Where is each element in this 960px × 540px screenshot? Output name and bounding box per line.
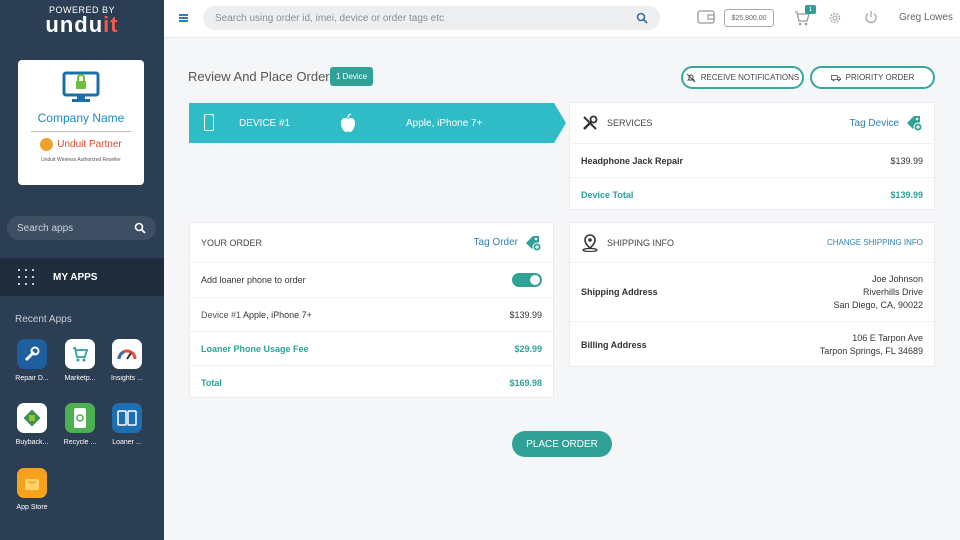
apple-icon	[341, 113, 355, 132]
my-apps-nav[interactable]: MY APPS	[0, 258, 164, 296]
place-order-button[interactable]: PLACE ORDER	[512, 431, 612, 457]
app-loaner[interactable]: Loaner ...	[107, 403, 147, 446]
app-insights[interactable]: Insights ...	[107, 339, 147, 382]
location-pin-icon	[582, 233, 598, 252]
loaner-fee-row: Loaner Phone Usage Fee $29.99	[190, 331, 553, 365]
tools-icon	[583, 115, 598, 130]
brand-logo[interactable]: POWERED BY unduit	[0, 0, 164, 37]
tag-order-link[interactable]: Tag Order	[474, 234, 542, 252]
priority-order-button[interactable]: PRIORITY ORDER	[810, 66, 935, 89]
search-apps-placeholder: Search apps	[17, 222, 74, 234]
wrench-icon	[17, 339, 47, 369]
loaner-icon	[112, 403, 142, 433]
unduit-logo: unduit	[45, 12, 119, 37]
phone-icon	[204, 114, 214, 131]
services-header: SERVICES Tag Device	[570, 103, 934, 143]
company-card: Company Name Unduit Partner Unduit Wirel…	[18, 60, 144, 185]
bag-icon	[17, 468, 47, 498]
change-shipping-link[interactable]: CHANGE SHIPPING INFO	[827, 238, 923, 247]
device-count-badge: 1 Device	[330, 67, 374, 86]
apps-grid-icon	[18, 269, 34, 285]
recent-apps-title: Recent Apps	[15, 314, 72, 325]
tag-add-icon	[526, 235, 542, 251]
company-monitor-icon	[62, 71, 100, 102]
device-number-label: DEVICE #1	[239, 118, 291, 129]
partner-logo-icon	[40, 138, 54, 151]
app-store[interactable]: App Store	[12, 468, 52, 511]
order-total-row: Total $169.98	[190, 365, 553, 399]
buyback-icon	[17, 403, 47, 433]
banner-arrow	[554, 103, 566, 143]
global-search[interactable]	[203, 6, 660, 30]
hamburger-menu-icon[interactable]	[179, 14, 188, 22]
wallet-icon[interactable]	[697, 9, 715, 25]
cart-count-badge: 1	[805, 5, 816, 14]
receive-notifications-button[interactable]: RECEIVE NOTIFICATIONS	[681, 66, 804, 89]
company-name: Company Name	[37, 111, 125, 125]
my-apps-label: MY APPS	[53, 271, 98, 283]
global-search-input[interactable]	[215, 12, 636, 24]
page-title: Review And Place Order	[188, 69, 330, 84]
services-card: SERVICES Tag Device Headphone Jack Repai…	[569, 102, 935, 210]
gauge-icon	[112, 339, 142, 369]
billing-address: 106 E Tarpon Ave Tarpon Springs, FL 3468…	[819, 333, 923, 356]
partner-label: Unduit Partner	[18, 138, 144, 151]
shipping-address: Joe Johnson Riverhills Drive San Diego, …	[833, 273, 923, 310]
bell-off-icon	[686, 73, 696, 82]
your-order-card: YOUR ORDER Tag Order Add loaner phone to…	[189, 222, 554, 398]
tag-device-link[interactable]: Tag Device	[850, 114, 923, 132]
app-recycle[interactable]: Recycle ...	[60, 403, 100, 446]
card-divider	[31, 131, 131, 132]
sidebar: POWERED BY unduit Company Name Unduit Pa…	[0, 0, 164, 540]
billing-address-row: Billing Address 106 E Tarpon Ave Tarpon …	[570, 321, 934, 368]
app-marketplace[interactable]: Marketp...	[60, 339, 100, 382]
search-icon[interactable]	[636, 12, 648, 24]
search-apps-input[interactable]: Search apps	[7, 216, 156, 240]
service-item-row: Headphone Jack Repair $139.99	[570, 143, 934, 177]
device-total-row: Device Total $139.99	[570, 177, 934, 211]
shipping-info-card: SHIPPING INFO CHANGE SHIPPING INFO Shipp…	[569, 222, 935, 367]
truck-icon	[830, 74, 841, 81]
shipping-header: SHIPPING INFO CHANGE SHIPPING INFO	[570, 223, 934, 262]
app-repair[interactable]: Repair D...	[12, 339, 52, 382]
loaner-toggle[interactable]	[512, 273, 542, 287]
app-buyback[interactable]: Buyback...	[12, 403, 52, 446]
your-order-header: YOUR ORDER Tag Order	[190, 223, 553, 262]
search-icon[interactable]	[134, 222, 146, 234]
reseller-text: Unduit Wireless Authorized Reseller	[41, 157, 121, 163]
tag-add-icon	[907, 116, 923, 132]
device-banner[interactable]: DEVICE #1 Apple, iPhone 7+	[189, 103, 566, 143]
order-device-row: Device #1 Apple, iPhone 7+ $139.99	[190, 297, 553, 331]
wallet-balance[interactable]: $25,800.00	[724, 9, 774, 27]
shipping-address-row: Shipping Address Joe Johnson Riverhills …	[570, 262, 934, 321]
recycle-icon	[65, 403, 95, 433]
gear-icon[interactable]	[828, 11, 842, 25]
user-name[interactable]: Greg Lowes	[899, 12, 953, 23]
power-icon[interactable]	[864, 10, 878, 24]
loaner-toggle-row: Add loaner phone to order	[190, 262, 553, 297]
cart-icon	[65, 339, 95, 369]
topbar: $25,800.00 1 Greg Lowes	[164, 0, 960, 38]
device-model-label: Apple, iPhone 7+	[406, 118, 483, 129]
